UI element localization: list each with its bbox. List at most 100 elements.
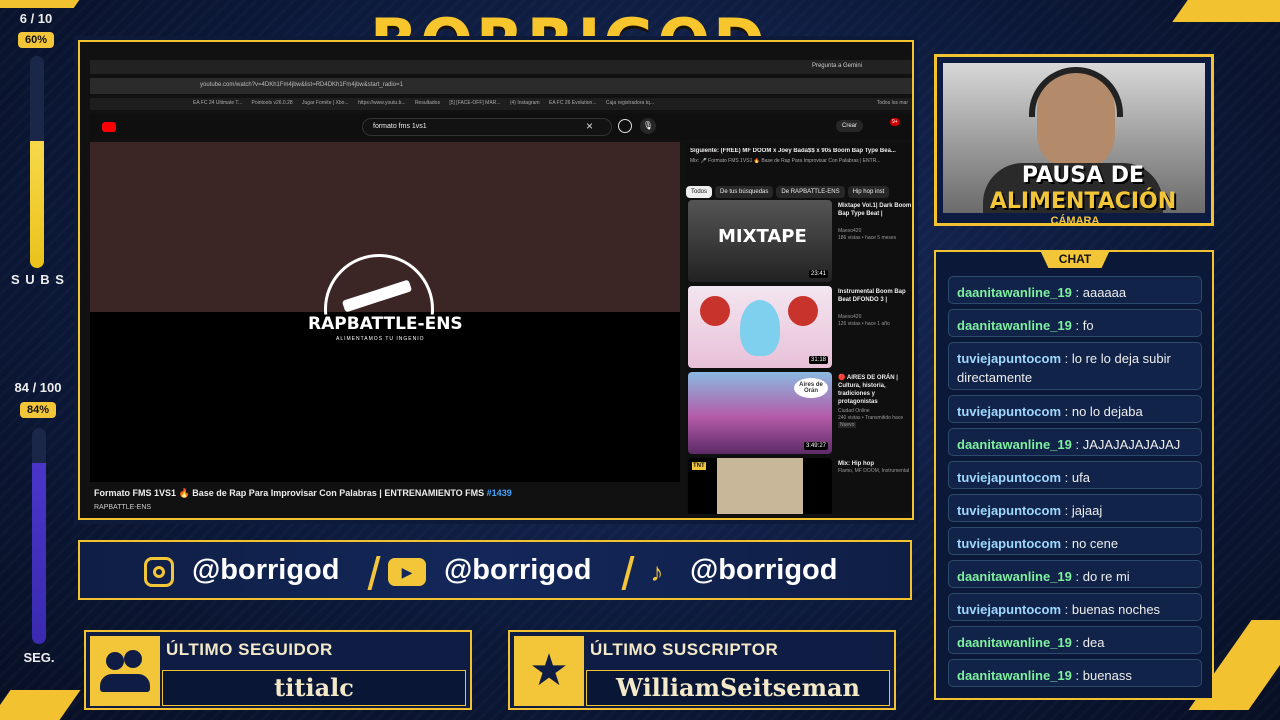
recommendations-panel: Siguiente: (FREE) MF DOOM x Joey Bada$$ … bbox=[686, 142, 912, 514]
chat-message: tuviejapuntocom : no lo dejaba bbox=[948, 395, 1202, 423]
bookmark-item[interactable]: Caja registradora tq... bbox=[606, 100, 654, 106]
browser-tab-strip[interactable]: Pregunta a Gemini bbox=[90, 60, 912, 74]
new-badge: Nuevo bbox=[838, 422, 857, 428]
chat-username[interactable]: tuviejapuntocom bbox=[957, 503, 1061, 518]
bookmark-item[interactable]: Pointools v26.0.28 bbox=[251, 100, 292, 106]
rec-thumbnail[interactable]: Aires de Orán 3:49:27 bbox=[688, 372, 832, 454]
rec-channel: Maexo420 bbox=[838, 314, 862, 320]
rec-stats: 126 vistas • hace 1 año bbox=[838, 321, 890, 327]
create-button[interactable]: Crear bbox=[836, 120, 864, 132]
youtube-logo-icon[interactable] bbox=[102, 122, 116, 132]
all-bookmarks[interactable]: Todos los mar bbox=[877, 100, 908, 106]
chat-text: : ufa bbox=[1064, 470, 1090, 485]
chip-searches[interactable]: De tus búsquedas bbox=[715, 186, 774, 198]
video-hashtag[interactable]: #1439 bbox=[487, 488, 512, 498]
rec-video-item[interactable]: MIXTAPE 23:41 Mixtape Vol.1| Dark Boom B… bbox=[688, 200, 912, 282]
followers-goal-percent: 84% bbox=[20, 402, 56, 418]
chat-username[interactable]: daanitawanline_19 bbox=[957, 569, 1072, 584]
youtube-handle: @borrigod bbox=[444, 554, 592, 586]
instagram-icon bbox=[142, 555, 176, 589]
chat-username[interactable]: daanitawanline_19 bbox=[957, 668, 1072, 683]
video-title: Formato FMS 1VS1 🔥 Base de Rap Para Impr… bbox=[94, 488, 512, 499]
instagram-handle: @borrigod bbox=[192, 554, 340, 586]
chat-header: CHAT bbox=[1040, 250, 1110, 268]
gemini-button[interactable]: Pregunta a Gemini bbox=[812, 63, 862, 69]
bookmark-item[interactable]: EA FC 26 Evolution... bbox=[549, 100, 597, 106]
camera-frame: PAUSA DE ALIMENTACIÓN CÁMARA bbox=[934, 54, 1214, 227]
chat-username[interactable]: tuviejapuntocom bbox=[957, 351, 1061, 366]
thumb-text: Aires de Orán bbox=[794, 378, 828, 398]
bookmark-item[interactable]: https://www.youtu.b... bbox=[358, 100, 406, 106]
logo-ring bbox=[324, 254, 434, 315]
search-input[interactable]: formato fms 1vs1 bbox=[362, 118, 612, 136]
chat-username[interactable]: tuviejapuntocom bbox=[957, 602, 1061, 617]
chat-text: : no lo dejaba bbox=[1064, 404, 1143, 419]
subs-goal-label: S U B S bbox=[11, 272, 65, 287]
chat-username[interactable]: daanitawanline_19 bbox=[957, 285, 1072, 300]
chat-message: tuviejapuntocom : buenas noches bbox=[948, 593, 1202, 621]
chat-message: daanitawanline_19 : fo bbox=[948, 309, 1202, 337]
rec-video-item[interactable]: Aires de Orán 3:49:27 🔴 AIRES DE ORÁN | … bbox=[688, 372, 912, 454]
bookmark-item[interactable]: Jugar Fornite | Xbo... bbox=[302, 100, 349, 106]
rec-title[interactable]: Instrumental Boom Bap Beat DFONDO 3 | bbox=[838, 288, 912, 304]
rec-meta: Flamo, MF DOOM, Instrumental bbox=[838, 468, 912, 475]
video-player[interactable]: RAPBATTLE-ENS ALIMENTAMOS TU INGENIO bbox=[90, 142, 680, 482]
rec-title[interactable]: 🔴 AIRES DE ORÁN | Cultura, historia, tra… bbox=[838, 374, 912, 406]
youtube-header: formato fms 1vs1 × 🎙 Crear 9+ bbox=[90, 114, 912, 140]
rec-meta: Maexo420 186 vistas • hace 5 meses bbox=[838, 228, 912, 242]
chat-message: tuviejapuntocom : ufa bbox=[948, 461, 1202, 489]
rec-thumbnail[interactable]: MIXTAPE 23:41 bbox=[688, 200, 832, 282]
rec-duration: 31:18 bbox=[808, 356, 828, 364]
subs-goal-count: 6 / 10 bbox=[19, 11, 53, 26]
chip-channel[interactable]: De RAPBATTLE-ENS bbox=[776, 186, 845, 198]
bookmark-item[interactable]: (4) Instagram bbox=[510, 100, 540, 106]
rec-video-item[interactable]: 31:18 Instrumental Boom Bap Beat DFONDO … bbox=[688, 286, 912, 368]
address-bar[interactable]: youtube.com/watch?v=4DKh1Fm4jbw&list=RD4… bbox=[90, 78, 912, 94]
rec-stats: Flamo, MF DOOM, Instrumental bbox=[838, 468, 910, 474]
video-logo-text: RAPBATTLE-ENS bbox=[308, 314, 463, 334]
rec-thumbnail[interactable]: TNT bbox=[688, 458, 832, 514]
decor-stripe bbox=[1172, 0, 1280, 22]
chat-username[interactable]: daanitawanline_19 bbox=[957, 635, 1072, 650]
chip-all[interactable]: Todos bbox=[686, 186, 713, 198]
bookmark-item[interactable]: Resultados bbox=[415, 100, 440, 106]
next-label[interactable]: Siguiente: (FREE) MF DOOM x Joey Bada$$ … bbox=[690, 148, 910, 154]
rec-stats: 240 vistas • Transmitido hace bbox=[838, 415, 904, 421]
chat-username[interactable]: tuviejapuntocom bbox=[957, 536, 1061, 551]
mix-label[interactable]: Mix: 🎤 Formato FMS 1VS1 🔥 Base de Rap Pa… bbox=[690, 158, 910, 164]
followers-goal-fill bbox=[32, 462, 46, 644]
rec-title[interactable]: Mixtape Vol.1| Dark Boom Bap Type Beat | bbox=[838, 202, 912, 218]
clear-search-icon[interactable]: × bbox=[586, 119, 593, 133]
chat-text: : dea bbox=[1075, 635, 1105, 650]
search-icon[interactable] bbox=[618, 119, 632, 133]
channel-name[interactable]: RAPBATTLE-ENS bbox=[94, 504, 151, 511]
rec-meta: Maexo420 126 vistas • hace 1 año bbox=[838, 314, 912, 328]
chat-username[interactable]: tuviejapuntocom bbox=[957, 470, 1061, 485]
rec-thumbnail[interactable]: 31:18 bbox=[688, 286, 832, 368]
rec-channel: Maexo420 bbox=[838, 228, 862, 234]
star-icon: ★ bbox=[514, 636, 584, 706]
followers-goal-label: SEG. bbox=[23, 650, 55, 665]
bookmark-item[interactable]: EA FC 24 Ultimate T... bbox=[193, 100, 242, 106]
rec-title[interactable]: Mix: Hip hop bbox=[838, 460, 912, 468]
video-logo-sub: ALIMENTAMOS TU INGENIO bbox=[336, 336, 425, 342]
youtube-icon: ▶ bbox=[388, 555, 426, 589]
bookmark-item[interactable]: [5] [FACE-OFF] MAR... bbox=[449, 100, 500, 106]
chat-message: daanitawanline_19 : buenass bbox=[948, 659, 1202, 687]
browser-window: Pregunta a Gemini youtube.com/watch?v=4D… bbox=[78, 40, 914, 520]
subs-goal-percent: 60% bbox=[18, 32, 54, 48]
chip-hiphop[interactable]: Hip hop inst bbox=[847, 186, 890, 198]
rec-channel: Ciudad Online bbox=[838, 408, 870, 414]
tiktok-handle: @borrigod bbox=[690, 554, 838, 586]
pause-line1: PAUSA DE bbox=[1021, 163, 1145, 188]
mic-icon[interactable]: 🎙 bbox=[640, 118, 656, 134]
bookmarks-bar: EA FC 24 Ultimate T... Pointools v26.0.2… bbox=[90, 98, 912, 110]
chat-username[interactable]: daanitawanline_19 bbox=[957, 437, 1072, 452]
thumb-text: MIXTAPE bbox=[718, 226, 807, 247]
chat-username[interactable]: tuviejapuntocom bbox=[957, 404, 1061, 419]
thumb-character bbox=[788, 296, 818, 326]
rec-video-item[interactable]: TNT Mix: Hip hop Flamo, MF DOOM, Instrum… bbox=[688, 458, 912, 514]
chat-username[interactable]: daanitawanline_19 bbox=[957, 318, 1072, 333]
notifications-badge[interactable]: 9+ bbox=[890, 118, 900, 126]
users-icon bbox=[90, 636, 160, 706]
